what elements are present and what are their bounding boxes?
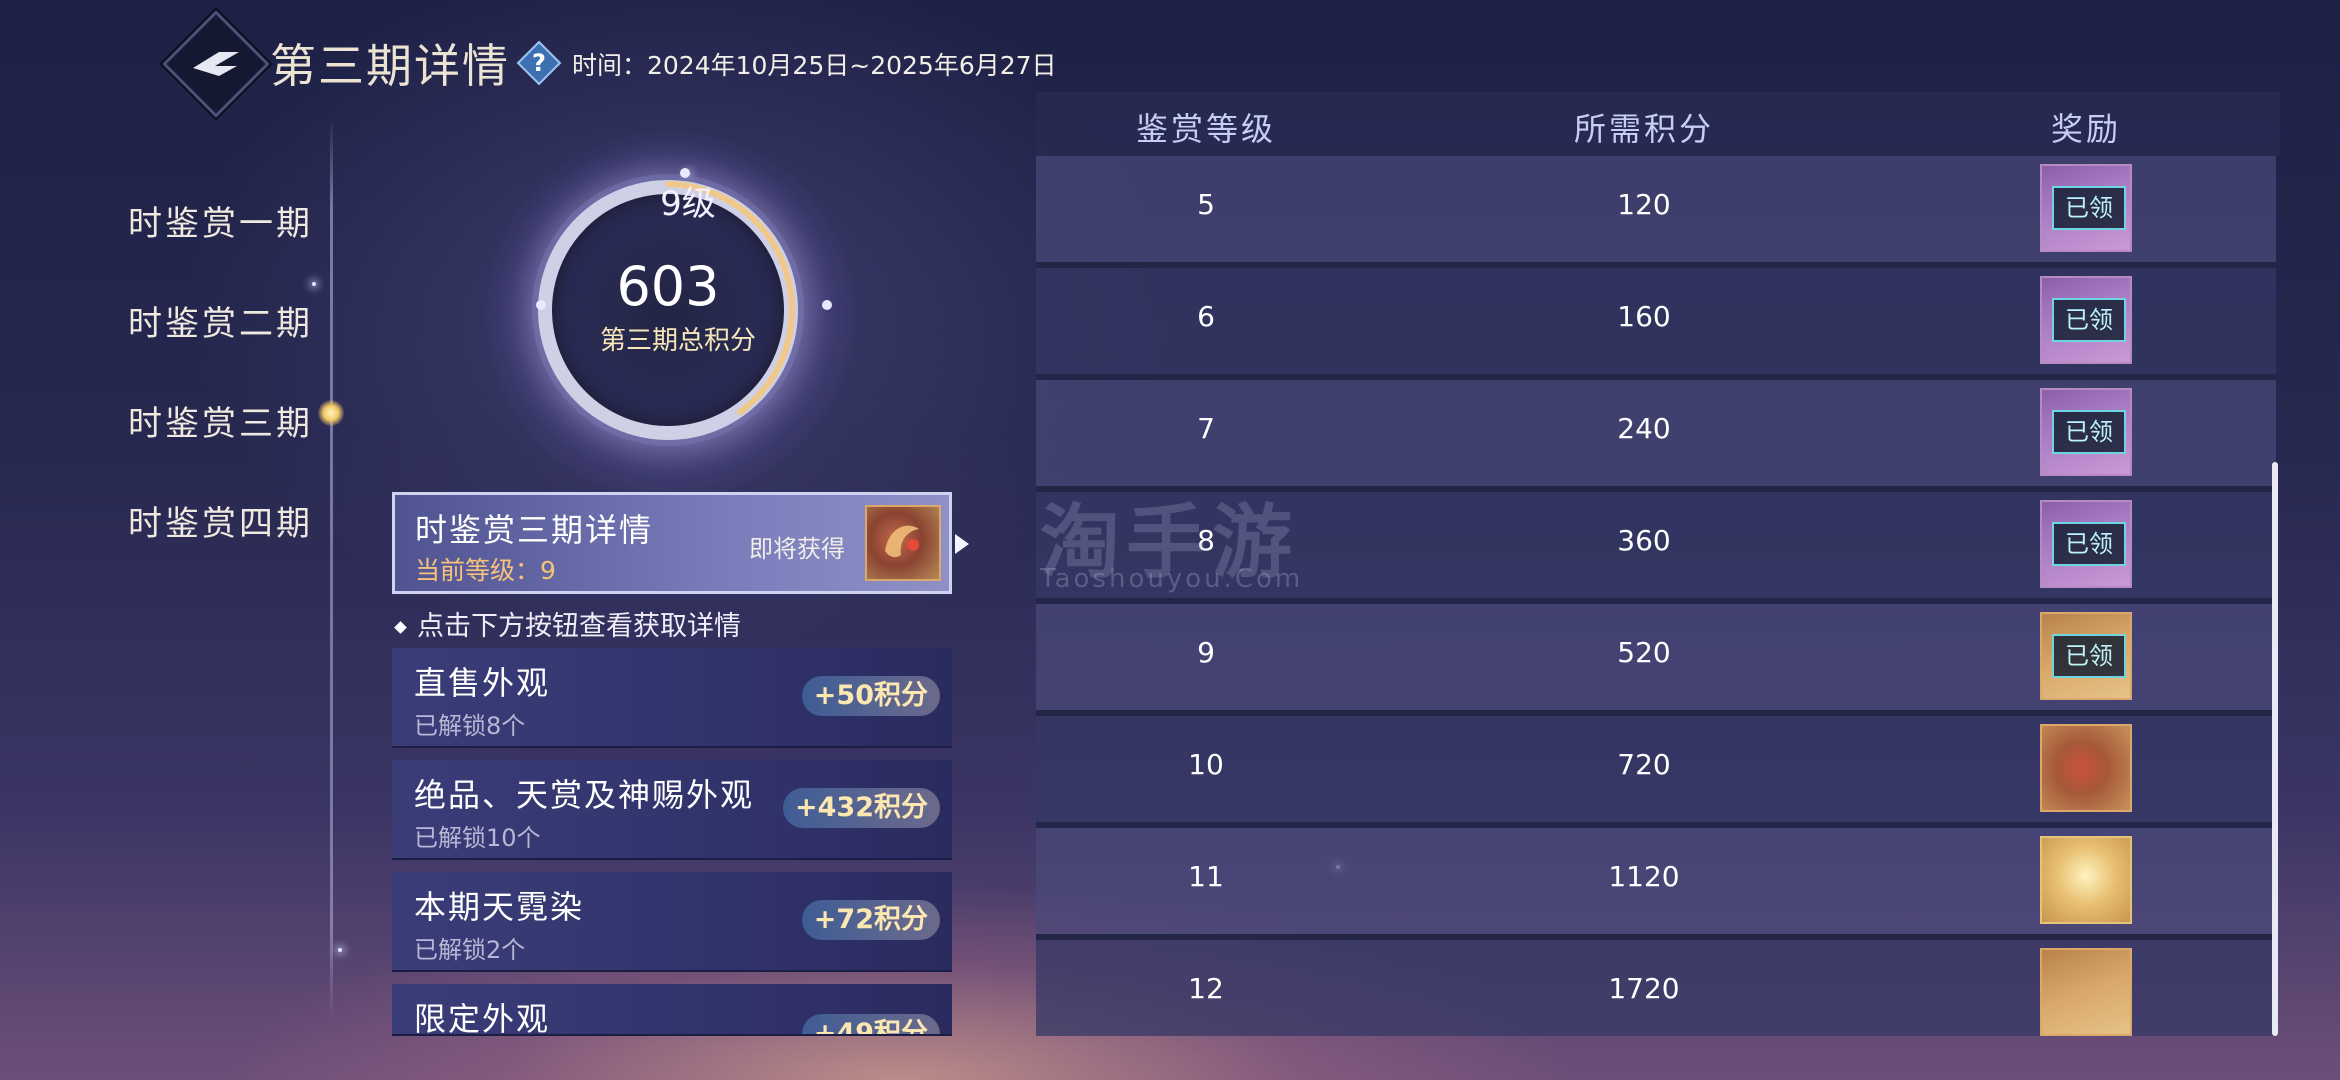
chevron-right-icon — [955, 534, 969, 554]
source-points-badge: +72积分 — [801, 900, 940, 940]
hint-text: 点击下方按钮查看获取详情 — [396, 604, 741, 643]
total-points-label: 第三期总积分 — [599, 326, 756, 356]
row-points: 1720 — [1608, 972, 1680, 1005]
reward-item-icon[interactable] — [2040, 724, 2132, 812]
back-button[interactable] — [162, 10, 270, 118]
reward-item-icon[interactable]: 已领 — [2040, 500, 2132, 588]
source-points-badge: +49积分 — [801, 1014, 940, 1034]
detail-title: 时鉴赏三期详情 — [415, 511, 654, 549]
reward-item-icon[interactable] — [2040, 948, 2132, 1036]
row-points: 720 — [1617, 748, 1671, 781]
back-arrow-icon — [181, 29, 251, 99]
sparkle-decoration — [312, 282, 316, 286]
source-row-dye[interactable]: 本期天霓染 已解锁2个 +72积分 — [392, 872, 952, 972]
row-points: 240 — [1617, 412, 1671, 445]
nav-item-period-1[interactable]: 时鉴赏一期 — [128, 196, 313, 245]
row-level: 12 — [1188, 972, 1224, 1005]
source-row-premium[interactable]: 绝品、天赏及神赐外观 已解锁10个 +432积分 — [392, 760, 952, 860]
row-points: 120 — [1617, 188, 1671, 221]
row-level: 6 — [1197, 300, 1215, 333]
table-row: 7 240 已领 — [1036, 380, 2276, 492]
current-level: 9级 — [660, 184, 716, 224]
nav-item-period-3[interactable]: 时鉴赏三期 — [128, 396, 313, 445]
source-unlocked: 已解锁2个 — [414, 936, 526, 964]
source-row-direct-sale[interactable]: 直售外观 已解锁8个 +50积分 — [392, 648, 952, 748]
row-points: 160 — [1617, 300, 1671, 333]
claimed-badge: 已领 — [2052, 410, 2126, 454]
ring-dot — [822, 300, 832, 310]
source-unlocked: 已解锁8个 — [414, 712, 526, 740]
watermark-sub: Taoshouyou.Com — [1040, 564, 1304, 594]
table-row: 11 1120 — [1036, 828, 2276, 940]
coming-soon-label: 即将获得 — [749, 535, 845, 563]
detail-current-level: 当前等级：9 — [415, 556, 556, 585]
reward-item-icon[interactable]: 已领 — [2040, 164, 2132, 252]
table-row: 12 1720 — [1036, 940, 2276, 1036]
claimed-badge: 已领 — [2052, 186, 2126, 230]
ring-dot — [536, 300, 546, 310]
reward-item-icon[interactable]: 已领 — [2040, 612, 2132, 700]
page-title: 第三期详情 — [270, 39, 510, 93]
claimed-badge: 已领 — [2052, 298, 2126, 342]
header-points: 所需积分 — [1573, 110, 1714, 148]
reward-item-icon[interactable]: 已领 — [2040, 388, 2132, 476]
reward-item-icon[interactable] — [2040, 836, 2132, 924]
nav-item-period-4[interactable]: 时鉴赏四期 — [128, 496, 313, 545]
table-scrollbar[interactable] — [2272, 462, 2278, 1036]
help-icon[interactable]: ? — [516, 40, 562, 86]
source-row-limited[interactable]: 限定外观 +49积分 — [392, 984, 952, 1036]
row-points: 520 — [1617, 636, 1671, 669]
sparkle-decoration — [338, 948, 342, 952]
source-title: 绝品、天赏及神赐外观 — [414, 776, 755, 814]
row-points: 360 — [1617, 524, 1671, 557]
row-level: 5 — [1197, 188, 1215, 221]
table-row: 5 120 已领 — [1036, 156, 2276, 268]
source-points-badge: +432积分 — [783, 788, 940, 828]
row-level: 10 — [1188, 748, 1224, 781]
table-header: 鉴赏等级 所需积分 奖励 — [1036, 92, 2280, 156]
claimed-badge: 已领 — [2052, 634, 2126, 678]
row-level: 7 — [1197, 412, 1215, 445]
table-row: 6 160 已领 — [1036, 268, 2276, 380]
row-points: 1120 — [1608, 860, 1680, 893]
active-indicator-icon — [318, 400, 344, 426]
source-points-badge: +50积分 — [801, 676, 940, 716]
total-points: 603 — [616, 255, 720, 318]
source-title: 限定外观 — [414, 1000, 551, 1036]
header-reward: 奖励 — [2050, 110, 2121, 148]
source-unlocked: 已解锁10个 — [414, 824, 541, 852]
nav-divider — [330, 118, 333, 1018]
table-row: 9 520 已领 — [1036, 604, 2276, 716]
next-reward-icon — [865, 505, 941, 581]
claimed-badge: 已领 — [2052, 522, 2126, 566]
source-title: 直售外观 — [414, 664, 551, 702]
header-level: 鉴赏等级 — [1135, 110, 1276, 148]
period-detail-card[interactable]: 时鉴赏三期详情 当前等级：9 即将获得 — [392, 492, 952, 594]
row-level: 9 — [1197, 636, 1215, 669]
row-level: 11 — [1188, 860, 1224, 893]
period-time: 时间：2024年10月25日~2025年6月27日 — [572, 51, 1057, 80]
svg-text:?: ? — [532, 49, 546, 77]
nav-item-period-2[interactable]: 时鉴赏二期 — [128, 296, 313, 345]
reward-item-icon[interactable]: 已领 — [2040, 276, 2132, 364]
table-row: 10 720 — [1036, 716, 2276, 828]
source-title: 本期天霓染 — [414, 888, 585, 926]
